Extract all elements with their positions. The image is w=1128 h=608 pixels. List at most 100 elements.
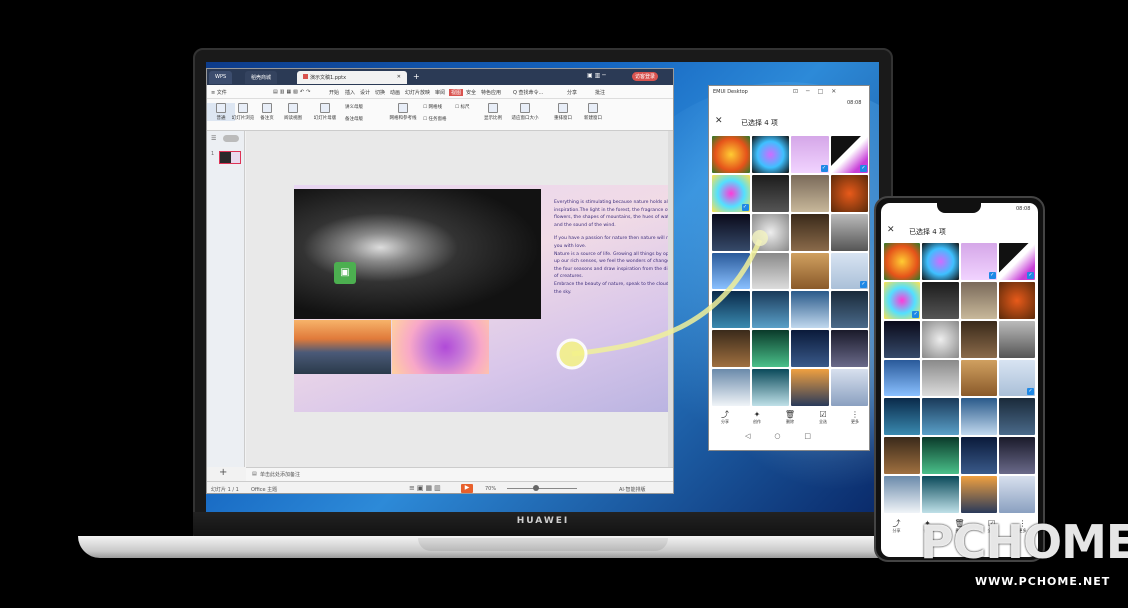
- photo-thumbnail[interactable]: [830, 213, 868, 251]
- ribbon-handout-master[interactable]: 讲义母版: [345, 104, 363, 110]
- photo-thumbnail[interactable]: [998, 476, 1035, 513]
- emui-window-controls[interactable]: ⊡─□✕: [793, 88, 844, 95]
- ribbon-slide-master[interactable]: 幻灯片母版: [311, 103, 339, 121]
- photo-thumbnail[interactable]: [960, 359, 997, 397]
- photo-thumbnail[interactable]: [922, 359, 959, 397]
- photo-thumbnail[interactable]: [960, 281, 997, 319]
- photo-thumbnail[interactable]: [751, 252, 789, 290]
- window-controls-icon[interactable]: ▣ ▥ ─: [587, 72, 606, 79]
- photo-thumbnail[interactable]: [830, 369, 868, 406]
- photo-thumbnail[interactable]: [960, 243, 997, 280]
- share-action[interactable]: ⤴ 分享: [721, 410, 729, 425]
- zoom-slider-handle[interactable]: [533, 485, 539, 491]
- photo-thumbnail[interactable]: [998, 243, 1035, 280]
- photo-thumbnail[interactable]: [751, 330, 789, 368]
- tab-docer-store[interactable]: 稻壳商城: [245, 71, 278, 84]
- menu-home[interactable]: 开始: [329, 89, 339, 96]
- outline-icon[interactable]: ☰: [211, 135, 216, 142]
- photo-thumbnail[interactable]: [884, 320, 921, 358]
- photo-thumbnail[interactable]: [712, 213, 750, 251]
- emui-nav-bar[interactable]: ◁○□: [709, 432, 869, 440]
- photo-thumbnail[interactable]: [922, 320, 959, 358]
- zoom-level[interactable]: 70%: [485, 486, 496, 492]
- play-icon[interactable]: ▶: [461, 484, 473, 493]
- photo-thumbnail[interactable]: [960, 437, 997, 475]
- photo-thumbnail[interactable]: [884, 437, 921, 475]
- photo-thumbnail[interactable]: [922, 243, 959, 280]
- new-tab-button[interactable]: +: [413, 72, 420, 81]
- photo-thumbnail[interactable]: [998, 281, 1035, 319]
- menu-review[interactable]: 审阅: [435, 89, 445, 96]
- tab-presentation[interactable]: 演示文稿1.pptx ✕: [297, 71, 407, 84]
- vertical-scrollbar[interactable]: [668, 131, 673, 467]
- view-mode-icons[interactable]: ≡▣▦▥: [409, 484, 443, 492]
- photo-thumbnail[interactable]: [712, 174, 750, 212]
- ribbon-grid-guides[interactable]: 网格和参考线: [385, 103, 421, 121]
- share-button[interactable]: 分享: [567, 89, 577, 96]
- photo-thumbnail[interactable]: [830, 174, 868, 212]
- notes-pane[interactable]: ▤ 单击此处添加备注: [246, 467, 673, 481]
- menu-security[interactable]: 安全: [466, 89, 476, 96]
- menu-features[interactable]: 特色应用: [481, 89, 501, 96]
- photo-thumbnail[interactable]: [922, 437, 959, 475]
- photo-thumbnail[interactable]: [791, 136, 829, 173]
- photo-thumbnail[interactable]: [791, 330, 829, 368]
- checkbox-ruler[interactable]: ☐ 标尺: [455, 104, 469, 110]
- photo-thumbnail[interactable]: [751, 291, 789, 329]
- dragged-image-icon[interactable]: ▣: [334, 262, 356, 284]
- photo-thumbnail[interactable]: [791, 252, 829, 290]
- slide-thumbnail-1[interactable]: [219, 151, 241, 164]
- forest-bride-photo[interactable]: [294, 189, 541, 319]
- photo-thumbnail[interactable]: [791, 174, 829, 212]
- menu-insert[interactable]: 插入: [345, 89, 355, 96]
- photo-thumbnail[interactable]: [830, 252, 868, 290]
- ribbon-notes-master[interactable]: 备注母版: [345, 116, 363, 122]
- ai-layout-button[interactable]: AI·智能排版: [619, 486, 646, 493]
- photo-thumbnail[interactable]: [712, 291, 750, 329]
- add-slide-button[interactable]: +: [219, 467, 227, 478]
- photo-thumbnail[interactable]: [751, 136, 789, 173]
- photo-thumbnail[interactable]: [922, 281, 959, 319]
- close-icon[interactable]: ✕: [397, 74, 401, 80]
- sunset-harbor-photo[interactable]: [294, 320, 391, 374]
- delete-action[interactable]: 🗑 删除: [785, 410, 795, 425]
- photo-thumbnail[interactable]: [791, 291, 829, 329]
- photo-thumbnail[interactable]: [922, 398, 959, 436]
- photo-thumbnail[interactable]: [884, 243, 921, 280]
- ribbon-new-window[interactable]: 新建窗口: [579, 103, 607, 121]
- photo-thumbnail[interactable]: [998, 437, 1035, 475]
- zoom-slider[interactable]: [507, 488, 577, 489]
- purple-flower-photo[interactable]: [392, 320, 489, 374]
- slide-canvas[interactable]: Everything is stimulating because nature…: [294, 185, 673, 412]
- photo-thumbnail[interactable]: [791, 213, 829, 251]
- photo-thumbnail[interactable]: [751, 369, 789, 406]
- phone-share-action[interactable]: ⤴ 分享: [892, 519, 900, 534]
- photo-thumbnail[interactable]: [960, 398, 997, 436]
- comment-button[interactable]: 批注: [595, 89, 605, 96]
- photo-thumbnail[interactable]: [751, 174, 789, 212]
- menu-design[interactable]: 设计: [360, 89, 370, 96]
- photo-thumbnail[interactable]: [712, 252, 750, 290]
- photo-thumbnail[interactable]: [830, 330, 868, 368]
- menu-file[interactable]: ≡ 文件: [211, 89, 227, 96]
- photo-thumbnail[interactable]: [960, 476, 997, 513]
- menu-view[interactable]: 视图: [449, 89, 464, 96]
- checkbox-task-pane[interactable]: ☐ 任务窗格: [423, 116, 446, 122]
- ribbon-zoom[interactable]: 显示比例: [479, 103, 507, 121]
- select-all-action[interactable]: ☑ 全选: [819, 410, 827, 425]
- photo-thumbnail[interactable]: [960, 320, 997, 358]
- photo-thumbnail[interactable]: [830, 136, 868, 173]
- menu-transition[interactable]: 切换: [375, 89, 385, 96]
- ribbon-notes-page[interactable]: 备注页: [253, 103, 281, 121]
- photo-thumbnail[interactable]: [712, 369, 750, 406]
- ribbon-reading-view[interactable]: 阅读视图: [279, 103, 307, 121]
- quick-access-icons[interactable]: ▤▥▦▧↶↷: [273, 89, 312, 95]
- photo-thumbnail[interactable]: [884, 476, 921, 513]
- photo-thumbnail[interactable]: [884, 281, 921, 319]
- photo-thumbnail[interactable]: [884, 359, 921, 397]
- menu-animation[interactable]: 动画: [390, 89, 400, 96]
- search-command[interactable]: Q 查找命令...: [513, 89, 543, 96]
- photo-thumbnail[interactable]: [751, 213, 789, 251]
- photo-thumbnail[interactable]: [884, 398, 921, 436]
- photo-thumbnail[interactable]: [830, 291, 868, 329]
